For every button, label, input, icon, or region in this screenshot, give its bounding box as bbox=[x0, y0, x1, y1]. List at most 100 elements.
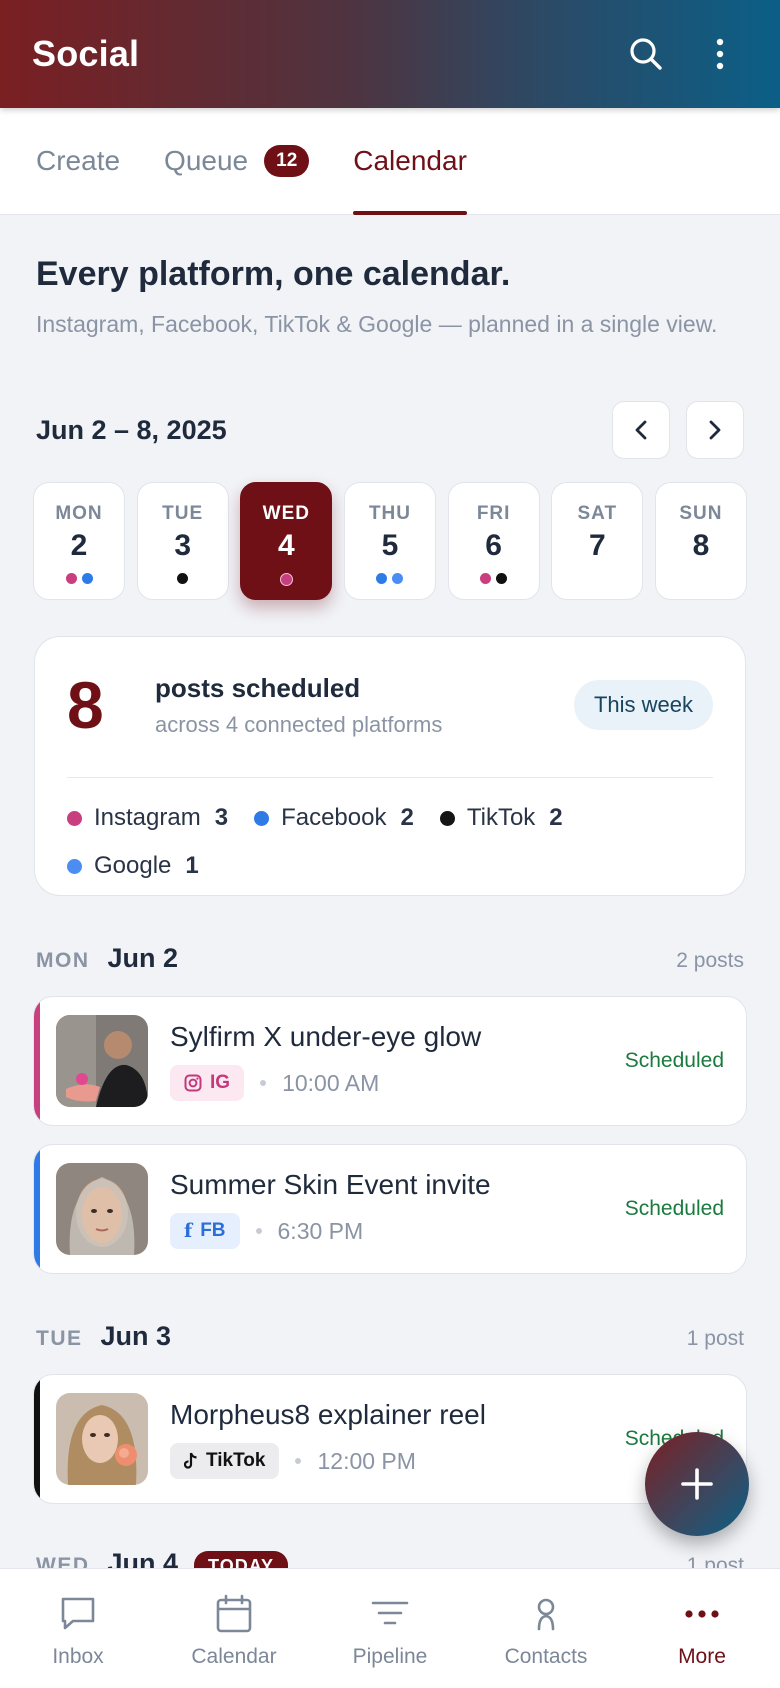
post-dot bbox=[376, 573, 388, 584]
post-thumbnail bbox=[56, 1015, 148, 1107]
day-date: 3 bbox=[174, 529, 191, 562]
day-name: WED bbox=[262, 503, 310, 524]
group-date: Jun 3 bbox=[100, 1321, 172, 1351]
post-card[interactable]: Sylfirm X under-eye glow IG 10:00 AM Sch… bbox=[33, 996, 747, 1126]
post-dot bbox=[392, 573, 404, 584]
tiktok-icon bbox=[184, 1452, 197, 1469]
day-date: 8 bbox=[692, 529, 710, 562]
post-status: Scheduled bbox=[624, 1197, 724, 1220]
platform-label: FB bbox=[200, 1220, 226, 1241]
platform-label: TikTok bbox=[206, 1450, 266, 1471]
post-dot bbox=[65, 573, 77, 584]
search-button[interactable] bbox=[618, 26, 674, 82]
filter-icon bbox=[371, 1601, 409, 1624]
day-name: FRI bbox=[476, 503, 511, 524]
day-name: SAT bbox=[577, 503, 618, 524]
post-time: 12:00 PM bbox=[317, 1447, 416, 1474]
nav-label: More bbox=[678, 1644, 726, 1668]
separator-dot bbox=[260, 1080, 267, 1086]
person-icon bbox=[537, 1598, 555, 1630]
facebook-icon: f bbox=[184, 1220, 193, 1242]
range-pill[interactable]: This week bbox=[573, 680, 713, 730]
day-chip-mon[interactable]: MON 2 bbox=[33, 482, 125, 600]
overflow-menu-button[interactable] bbox=[692, 26, 748, 82]
day-date: 2 bbox=[70, 529, 88, 562]
day-chip-wed[interactable]: WED 4 bbox=[240, 482, 333, 600]
post-dot bbox=[496, 573, 508, 584]
nav-inbox[interactable]: Inbox bbox=[0, 1569, 156, 1688]
more-vert-icon bbox=[716, 38, 724, 70]
divider bbox=[67, 777, 713, 778]
separator-dot bbox=[255, 1228, 262, 1234]
calendar-icon bbox=[216, 1594, 252, 1632]
platform-stripe bbox=[34, 1145, 40, 1273]
group-count: 1 post bbox=[686, 1327, 744, 1350]
legend-label: Instagram bbox=[94, 804, 201, 831]
day-name: THU bbox=[368, 503, 411, 524]
post-thumbnail bbox=[56, 1163, 148, 1255]
hero-title: Every platform, one calendar. bbox=[36, 255, 511, 293]
platform-chip-instagram: IG bbox=[170, 1065, 245, 1101]
legend-label: TikTok bbox=[466, 804, 536, 831]
tab-calendar[interactable]: Calendar bbox=[353, 108, 467, 215]
day-chip-sun[interactable]: SUN 8 bbox=[654, 482, 747, 600]
nav-pipeline[interactable]: Pipeline bbox=[312, 1569, 468, 1688]
day-name: SUN bbox=[679, 503, 723, 524]
post-indicator-dots bbox=[480, 573, 508, 585]
hero: Every platform, one calendar. Instagram,… bbox=[36, 255, 736, 341]
day-name: TUE bbox=[162, 503, 204, 524]
legend-item-instagram: Instagram 3 bbox=[67, 804, 228, 832]
group-date: Jun 2 bbox=[107, 943, 179, 973]
group-weekday: TUE bbox=[36, 1327, 83, 1350]
instagram-icon bbox=[184, 1074, 202, 1092]
summary-subtitle: across 4 connected platforms bbox=[155, 711, 443, 737]
day-date: 7 bbox=[588, 529, 606, 562]
nav-contacts[interactable]: Contacts bbox=[468, 1569, 624, 1688]
legend-label: Google bbox=[94, 852, 172, 879]
legend-item-facebook: Facebook 2 bbox=[254, 804, 414, 832]
nav-label: Calendar bbox=[191, 1644, 277, 1668]
post-card[interactable]: Morpheus8 explainer reel TikTok 12:00 PM… bbox=[33, 1374, 747, 1504]
day-date: 4 bbox=[277, 529, 295, 562]
legend-count: 3 bbox=[214, 804, 229, 831]
post-status: Scheduled bbox=[624, 1049, 724, 1072]
day-chip-sat[interactable]: SAT 7 bbox=[551, 482, 644, 600]
legend-dot bbox=[439, 810, 455, 826]
legend-item-tiktok: TikTok 2 bbox=[439, 804, 563, 832]
tab-queue[interactable]: Queue 12 bbox=[164, 108, 310, 215]
nav-label: Pipeline bbox=[352, 1644, 428, 1668]
legend-dot bbox=[254, 810, 270, 826]
nav-calendar[interactable]: Calendar bbox=[156, 1569, 312, 1688]
hero-subtitle: Instagram, Facebook, TikTok & Google — p… bbox=[36, 311, 718, 337]
post-thumbnail bbox=[56, 1393, 148, 1485]
post-indicator-dots bbox=[279, 573, 293, 586]
day-group-header: TUE Jun 3 1 post bbox=[36, 1321, 744, 1352]
day-chip-tue[interactable]: TUE 3 bbox=[136, 482, 229, 600]
search-icon bbox=[630, 38, 662, 70]
more-dots-icon bbox=[685, 1609, 719, 1618]
next-week-button[interactable] bbox=[686, 401, 744, 459]
tab-label: Create bbox=[36, 145, 121, 176]
legend-item-google: Google 1 bbox=[67, 852, 199, 880]
prev-week-button[interactable] bbox=[612, 401, 670, 459]
chat-icon bbox=[61, 1597, 95, 1629]
post-indicator-dots bbox=[65, 573, 93, 585]
legend-count: 2 bbox=[549, 804, 563, 831]
day-chip-thu[interactable]: THU 5 bbox=[343, 482, 436, 600]
platform-chip-facebook: f FB bbox=[170, 1213, 240, 1249]
plus-icon bbox=[681, 1468, 713, 1500]
queue-count-badge: 12 bbox=[264, 145, 310, 177]
platform-stripe bbox=[34, 997, 40, 1125]
tab-label: Calendar bbox=[353, 145, 467, 176]
day-group-header: MON Jun 2 2 posts bbox=[36, 943, 744, 974]
nav-more[interactable]: More bbox=[624, 1569, 780, 1688]
tab-create[interactable]: Create bbox=[36, 108, 120, 215]
post-title: Sylfirm X under-eye glow bbox=[170, 1021, 482, 1052]
create-post-fab[interactable] bbox=[645, 1432, 749, 1536]
day-chip-fri[interactable]: FRI 6 bbox=[447, 482, 540, 600]
post-indicator-dots bbox=[376, 573, 404, 585]
nav-label: Inbox bbox=[52, 1644, 104, 1668]
post-card[interactable]: Summer Skin Event invite f FB 6:30 PM Sc… bbox=[33, 1144, 747, 1274]
post-title: Summer Skin Event invite bbox=[170, 1169, 491, 1200]
legend-count: 1 bbox=[185, 852, 199, 879]
